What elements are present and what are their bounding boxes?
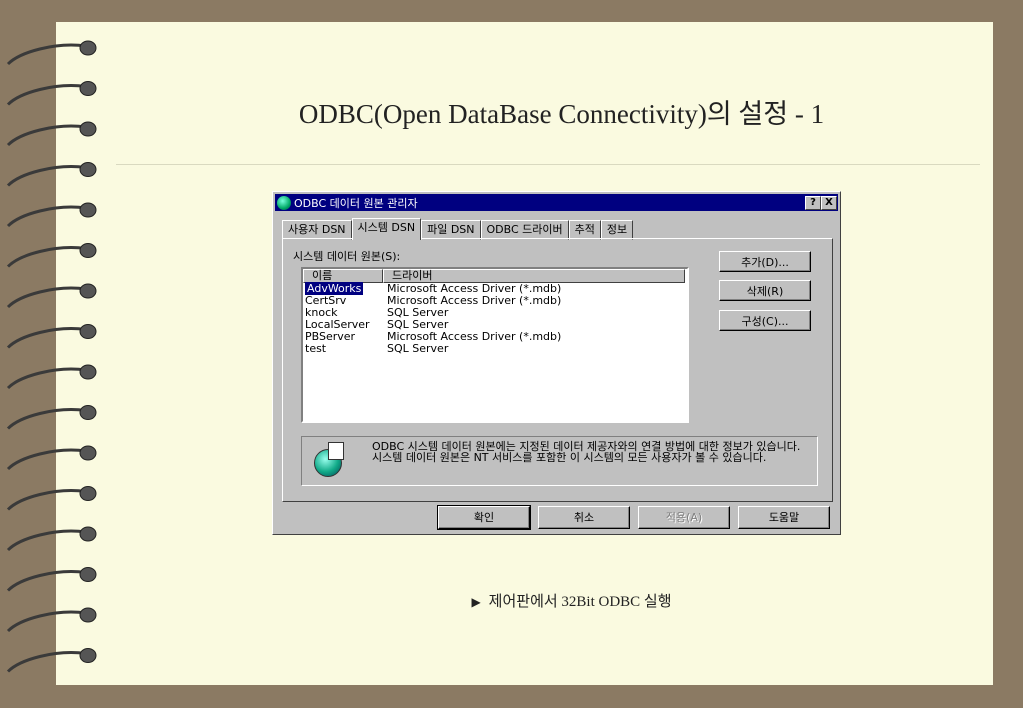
spiral-ring: [6, 43, 87, 66]
spiral-ring: [6, 246, 87, 268]
dsn-list[interactable]: 이름 드라이버 AdvWorks Microsoft Access Driver …: [301, 267, 689, 423]
spiral-ring: [6, 529, 87, 552]
spiral-ring: [6, 408, 87, 430]
list-item[interactable]: PBServer Microsoft Access Driver (*.mdb): [303, 331, 687, 343]
slide-caption: ▶ 제어판에서 32Bit ODBC 실행: [0, 590, 1023, 611]
tab-strip: 사용자 DSN 시스템 DSN 파일 DSN ODBC 드라이버 추적 정보: [282, 218, 634, 240]
binding-hole: [79, 324, 97, 339]
column-header-name[interactable]: 이름: [303, 269, 383, 283]
play-triangle-icon: ▶: [471, 595, 481, 609]
help-question-icon[interactable]: ?: [805, 196, 821, 210]
binding-hole: [79, 405, 97, 420]
odbc-dialog: ODBC 데이터 원본 관리자 ? X 사용자 DSN 시스템 DSN 파일 D…: [272, 191, 841, 535]
binding-hole: [79, 283, 97, 299]
tab-about[interactable]: 정보: [600, 220, 634, 240]
tab-tracing[interactable]: 추적: [568, 220, 601, 240]
tab-file-dsn[interactable]: 파일 DSN: [421, 220, 481, 240]
binding-hole: [79, 445, 97, 461]
dsn-name: test: [305, 342, 327, 355]
binding-hole: [79, 648, 97, 663]
spiral-ring: [6, 570, 87, 592]
binding-hole: [79, 526, 97, 542]
binding-hole: [79, 567, 97, 582]
configure-button[interactable]: 구성(C)...: [719, 310, 811, 331]
caption-text: 제어판에서 32Bit ODBC 실행: [488, 594, 672, 610]
binding-hole: [79, 162, 97, 177]
spiral-ring: [6, 489, 87, 511]
binding-hole: [79, 486, 97, 501]
spiral-ring: [6, 327, 87, 349]
spiral-ring: [6, 651, 87, 673]
spiral-ring: [6, 165, 87, 187]
spiral-ring: [6, 367, 87, 390]
system-dsn-label: 시스템 데이터 원본(S):: [293, 250, 401, 263]
info-text: ODBC 시스템 데이터 원본에는 지정된 데이터 제공자와의 연결 방법에 대…: [372, 440, 801, 464]
dialog-titlebar: ODBC 데이터 원본 관리자 ? X: [275, 194, 838, 211]
spiral-ring: [6, 205, 87, 228]
tab-system-dsn[interactable]: 시스템 DSN: [351, 218, 422, 240]
help-button[interactable]: 도움말: [738, 506, 830, 529]
column-header-driver[interactable]: 드라이버: [383, 269, 685, 283]
apply-button[interactable]: 적용(A): [638, 506, 730, 529]
title-divider: [116, 164, 980, 165]
remove-button[interactable]: 삭제(R): [719, 280, 811, 301]
binding-hole: [79, 40, 97, 56]
list-item[interactable]: CertSrv Microsoft Access Driver (*.mdb): [303, 295, 687, 307]
document-icon: [328, 442, 344, 460]
list-item[interactable]: test SQL Server: [303, 343, 687, 355]
binding-hole: [79, 364, 97, 380]
dialog-title: ODBC 데이터 원본 관리자: [294, 196, 418, 210]
tab-user-dsn[interactable]: 사용자 DSN: [282, 220, 352, 240]
odbc-globe-icon: [277, 195, 291, 210]
list-header: 이름 드라이버: [303, 269, 687, 283]
binding-hole: [79, 243, 97, 258]
cancel-button[interactable]: 취소: [538, 506, 630, 529]
ok-button[interactable]: 확인: [437, 505, 531, 530]
spiral-ring: [6, 286, 87, 309]
dsn-driver: SQL Server: [387, 342, 449, 355]
slide-title: ODBC(Open DataBase Connectivity)의 설정 - 1: [298, 99, 825, 129]
info-box: ODBC 시스템 데이터 원본에는 지정된 데이터 제공자와의 연결 방법에 대…: [301, 436, 818, 486]
tab-odbc-drivers[interactable]: ODBC 드라이버: [480, 220, 569, 240]
close-icon[interactable]: X: [821, 196, 837, 210]
spiral-ring: [6, 610, 87, 633]
add-button[interactable]: 추가(D)...: [719, 251, 811, 272]
spiral-ring: [6, 448, 87, 471]
binding-hole: [79, 202, 97, 218]
